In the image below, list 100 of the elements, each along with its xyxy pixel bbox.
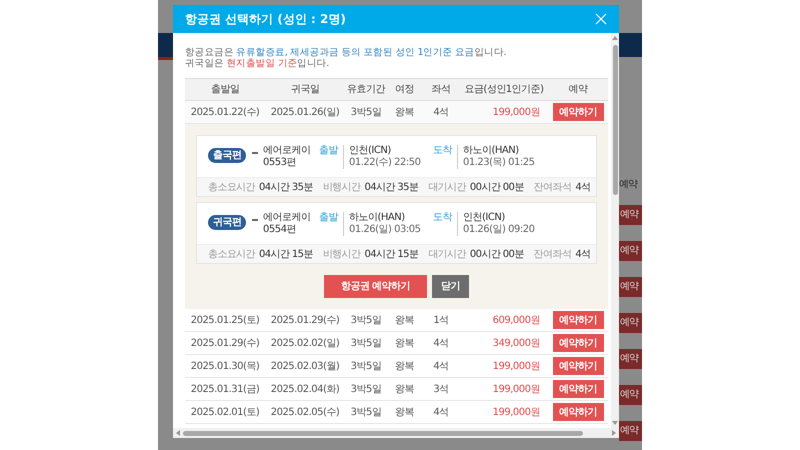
scrollbar-thumb[interactable]	[612, 45, 618, 195]
column-header: 여정	[394, 83, 415, 97]
flight-time: 01.26(일) 09:20	[463, 224, 536, 236]
reserve-flight-button[interactable]: 항공권 예약하기	[324, 275, 427, 298]
fare-cell-text: 199,000원	[492, 406, 541, 420]
table-cell-text: 왕복	[394, 336, 415, 350]
reserve-button[interactable]: 예약하기	[552, 311, 604, 329]
reserve-button[interactable]: 예약하기	[552, 357, 604, 375]
reserve-button[interactable]: 예약하기	[552, 334, 604, 352]
stat-value: 04시간 15분	[364, 248, 418, 262]
flight-badge: 귀국편	[208, 215, 246, 230]
table-cell-text: 왕복	[394, 314, 415, 328]
scroll-up-icon[interactable]	[612, 35, 618, 41]
table-cell-text: 왕복	[394, 360, 415, 374]
reserve-button[interactable]: 예약	[619, 313, 642, 333]
column-header: 귀국일	[290, 83, 320, 97]
table-cell-text: 2025.02.03(월)	[270, 360, 340, 374]
nav-bar	[158, 33, 173, 60]
table-cell-text: 왕복	[394, 406, 415, 420]
reserve-button[interactable]: 예약하기	[552, 403, 604, 421]
airport-name: 인천(ICN)	[349, 145, 392, 157]
reserve-button[interactable]: 예약	[619, 277, 642, 297]
table-cell-text: 3박5일	[350, 106, 382, 120]
table-cell-text: 3박5일	[350, 314, 382, 328]
scroll-down-icon[interactable]	[612, 420, 618, 426]
stat-value: 4석	[575, 248, 590, 262]
reserve-button[interactable]: 예약	[619, 421, 642, 441]
stat-label: 비행시간	[322, 248, 360, 262]
table-cell-text: 2025.01.22(수)	[190, 106, 260, 120]
reserve-button[interactable]: 예약	[619, 349, 642, 369]
stat-label: 총소요시간	[208, 180, 256, 194]
reserve-button[interactable]: 예약하기	[552, 380, 604, 398]
table-cell-text: 2025.01.25(토)	[190, 314, 260, 328]
table-cell-text: 2025.01.31(금)	[190, 382, 260, 396]
dialog-title: 항공권 선택하기 (성인 : 2명)	[185, 11, 346, 28]
stat-value: 04시간 35분	[259, 180, 313, 194]
column-header: 예약	[568, 83, 589, 97]
table-cell-text: 4석	[432, 406, 450, 420]
stat-value: 00시간 00분	[470, 248, 524, 262]
fare-cell-text: 199,000원	[492, 382, 541, 396]
table-cell-text: 4석	[432, 106, 450, 120]
table-cell-text: 2025.02.02(일)	[270, 336, 340, 350]
stat-label: 대기시간	[428, 248, 466, 262]
reserve-button[interactable]: 예약하기	[552, 103, 604, 121]
notice-text: 귀국일은 현지출발일 기준입니다.	[185, 58, 330, 69]
reserve-button[interactable]: 예약	[619, 205, 642, 225]
table-cell-text: 3박5일	[350, 360, 382, 374]
reserve-button[interactable]: 예약	[619, 241, 642, 261]
flight-number: 0553편	[263, 157, 297, 169]
leg-label: 도착	[433, 212, 454, 224]
stat-label: 대기시간	[428, 180, 466, 194]
stat-value: 04시간 35분	[364, 180, 418, 194]
stat-label: 잔여좌석	[534, 248, 572, 262]
stat-label: 총소요시간	[208, 248, 256, 262]
fare-cell-text: 199,000원	[492, 360, 541, 374]
table-cell-text: 2025.02.01(토)	[190, 406, 260, 420]
column-header: 요금(성인1인기준)	[463, 83, 545, 97]
table-cell-text: 2025.01.26(일)	[270, 106, 340, 120]
close-button[interactable]: 닫기	[432, 275, 469, 298]
airport-name: 하노이(HAN)	[463, 145, 520, 157]
airline-logo-icon	[252, 151, 258, 155]
table-cell-text: 1석	[432, 314, 450, 328]
column-header: 유효기간	[346, 83, 386, 97]
close-icon[interactable]	[595, 13, 607, 25]
flight-number: 0554편	[263, 224, 297, 236]
stat-value: 04시간 15분	[259, 248, 313, 262]
leg-label: 도착	[433, 145, 454, 157]
table-cell-text: 3석	[432, 382, 450, 396]
flight-time: 01.22(수) 22:50	[349, 157, 422, 169]
table-cell-text: 2025.01.29(수)	[270, 314, 340, 328]
table-cell-text: 2025.01.29(수)	[190, 336, 260, 350]
fare-cell-text: 199,000원	[492, 106, 541, 120]
reserve-button[interactable]: 예약	[619, 385, 642, 405]
leg-label: 출발	[319, 145, 340, 157]
scrollbar-thumb[interactable]	[183, 430, 583, 436]
table-cell-text: 2025.01.30(목)	[190, 360, 260, 374]
column-header: 출발일	[210, 83, 240, 97]
table-cell-text: 3박5일	[350, 406, 382, 420]
airport-name: 인천(ICN)	[463, 212, 506, 224]
table-cell-text: 3박5일	[350, 336, 382, 350]
table-cell-text: 4석	[432, 336, 450, 350]
airline-logo-icon	[252, 218, 258, 222]
scroll-left-icon[interactable]	[175, 430, 181, 436]
table-cell-text: 2025.02.04(화)	[270, 382, 340, 396]
airline-name: 에어로케이	[263, 212, 312, 224]
table-cell-text: 2025.02.05(수)	[270, 406, 340, 420]
stat-value: 00시간 00분	[470, 180, 524, 194]
table-cell-text: 왕복	[394, 382, 415, 396]
stat-label: 비행시간	[322, 180, 360, 194]
table-cell-text: 3박5일	[350, 382, 382, 396]
table-cell-text: 4석	[432, 360, 450, 374]
nav-bar	[619, 33, 642, 57]
flight-time: 01.26(일) 03:05	[349, 224, 422, 236]
leg-label: 출발	[319, 212, 340, 224]
table-cell-text: 왕복	[394, 106, 415, 120]
airport-name: 하노이(HAN)	[349, 212, 406, 224]
column-header: 좌석	[430, 83, 452, 97]
flight-time: 01.23(목) 01:25	[463, 157, 536, 169]
scroll-right-icon[interactable]	[611, 430, 617, 436]
flight-badge: 출국편	[208, 148, 246, 163]
